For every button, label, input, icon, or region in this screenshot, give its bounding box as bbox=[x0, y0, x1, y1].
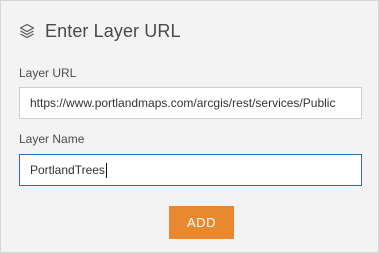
add-button[interactable]: ADD bbox=[169, 206, 234, 239]
layers-icon bbox=[19, 23, 35, 39]
enter-layer-url-panel: Enter Layer URL Layer URL https://www.po… bbox=[0, 0, 379, 253]
layer-url-value: https://www.portlandmaps.com/arcgis/rest… bbox=[30, 96, 336, 110]
layer-url-input[interactable]: https://www.portlandmaps.com/arcgis/rest… bbox=[19, 87, 362, 119]
layer-name-value: PortlandTrees bbox=[30, 163, 105, 177]
text-cursor bbox=[105, 162, 107, 178]
panel-title: Enter Layer URL bbox=[45, 20, 181, 41]
panel-header: Enter Layer URL bbox=[19, 17, 181, 45]
layer-name-input[interactable]: PortlandTrees bbox=[19, 154, 362, 186]
layer-name-label: Layer Name bbox=[19, 132, 85, 146]
layer-url-label: Layer URL bbox=[19, 66, 77, 80]
